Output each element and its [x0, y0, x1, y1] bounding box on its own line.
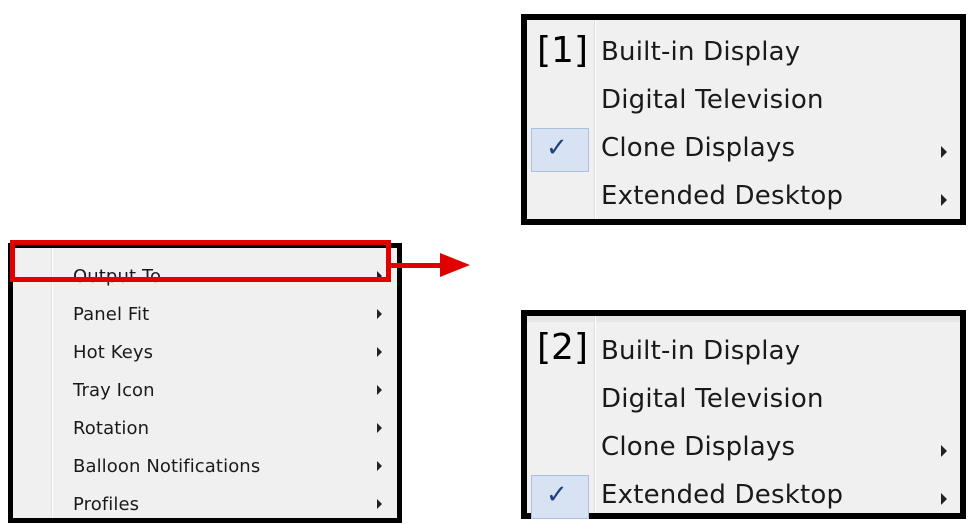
- submenu-arrow-icon: [377, 499, 382, 509]
- check-highlight: ✓: [531, 475, 589, 519]
- submenu-item-label: Digital Television: [601, 384, 824, 414]
- pointer-arrow-shaft: [391, 263, 441, 268]
- submenu-arrow-icon: [377, 347, 382, 357]
- menu-item-panel-fit[interactable]: Panel Fit: [13, 295, 397, 333]
- submenu-arrow-icon: [941, 146, 947, 158]
- submenu-arrow-icon: [377, 423, 382, 433]
- submenu-output-to-1: Built-in Display Digital Television ✓ Cl…: [521, 14, 966, 225]
- context-menu: Output To Panel Fit Hot Keys Tray Icon R…: [8, 243, 402, 523]
- menu-item-label: Panel Fit: [73, 303, 150, 325]
- submenu-arrow-icon: [941, 194, 947, 206]
- menu-item-rotation[interactable]: Rotation: [13, 409, 397, 447]
- menu-item-label: Tray Icon: [73, 379, 155, 401]
- menu-item-balloon-notifications[interactable]: Balloon Notifications: [13, 447, 397, 485]
- submenu-arrow-icon: [377, 461, 382, 471]
- menu-item-label: Hot Keys: [73, 341, 154, 363]
- submenu-item-label: Clone Displays: [601, 133, 796, 163]
- submenu-arrow-icon: [941, 493, 947, 505]
- submenu-arrow-icon: [941, 445, 947, 457]
- checkmark-icon: ✓: [546, 133, 568, 163]
- submenu-item-label: Built-in Display: [601, 336, 801, 366]
- menu-item-tray-icon[interactable]: Tray Icon: [13, 371, 397, 409]
- menu-item-hot-keys[interactable]: Hot Keys: [13, 333, 397, 371]
- submenu-arrow-icon: [377, 385, 382, 395]
- submenu-item-label: Extended Desktop: [601, 181, 844, 211]
- submenu-output-to-2: Built-in Display Digital Television Clon…: [521, 310, 966, 519]
- pointer-arrow-icon: [440, 253, 470, 277]
- menu-item-label: Balloon Notifications: [73, 455, 261, 477]
- submenu-item-extended-desktop[interactable]: Extended Desktop: [527, 174, 960, 222]
- submenu-item-label: Built-in Display: [601, 37, 801, 67]
- check-highlight: ✓: [531, 128, 589, 172]
- menu-item-label: Profiles: [73, 493, 140, 515]
- submenu-item-built-in-display[interactable]: Built-in Display: [527, 329, 960, 377]
- checkmark-icon: ✓: [546, 480, 568, 510]
- submenu-item-label: Extended Desktop: [601, 480, 844, 510]
- menu-top-edge: [527, 316, 960, 322]
- panel-index-label: [1]: [537, 30, 588, 71]
- submenu-item-built-in-display[interactable]: Built-in Display: [527, 30, 960, 78]
- submenu-item-clone-displays[interactable]: ✓ Clone Displays: [527, 126, 960, 174]
- submenu-arrow-icon: [377, 309, 382, 319]
- highlight-box: [10, 240, 391, 282]
- panel-index-label: [2]: [537, 327, 588, 368]
- submenu-item-digital-television[interactable]: Digital Television: [527, 78, 960, 126]
- submenu-item-label: Digital Television: [601, 85, 824, 115]
- submenu-item-clone-displays[interactable]: Clone Displays: [527, 425, 960, 473]
- submenu-item-digital-television[interactable]: Digital Television: [527, 377, 960, 425]
- submenu-item-label: Clone Displays: [601, 432, 796, 462]
- submenu-item-extended-desktop[interactable]: ✓ Extended Desktop: [527, 473, 960, 521]
- menu-item-label: Rotation: [73, 417, 150, 439]
- menu-item-profiles[interactable]: Profiles: [13, 485, 397, 523]
